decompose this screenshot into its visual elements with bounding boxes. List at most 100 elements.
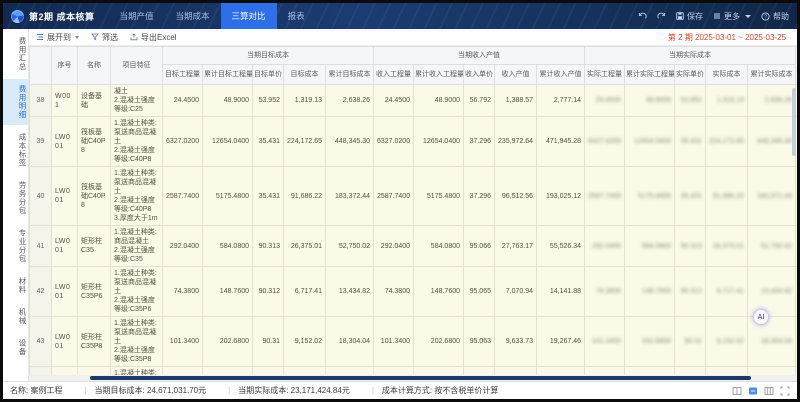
actual-value-cell[interactable]: 224,172.65 — [706, 117, 748, 167]
save-button[interactable]: 保存 — [676, 11, 703, 22]
tab-三算对比[interactable]: 三算对比 — [221, 3, 277, 29]
target-value-cell[interactable]: 18,304.04 — [326, 317, 374, 367]
actual-value-cell[interactable]: 148.7600 — [625, 267, 675, 317]
actual-value-cell[interactable]: 53.952 — [675, 85, 706, 117]
target-value-cell[interactable]: 48.9000 — [203, 85, 253, 117]
actual-value-cell[interactable]: 6,717.41 — [706, 267, 748, 317]
income-value-cell[interactable]: 584.0800 — [414, 226, 464, 267]
undo-button[interactable] — [638, 12, 647, 21]
income-value-cell[interactable]: 2587.7400 — [374, 167, 414, 226]
target-value-cell[interactable]: 2587.7400 — [163, 167, 203, 226]
target-value-cell[interactable]: 13,434.82 — [326, 267, 374, 317]
feature-cell[interactable]: 1.混凝土种类:泵送商品混凝土 2.混凝土强度等级:C35P6 — [111, 267, 163, 317]
sidebar-item-材料[interactable]: 材料 — [3, 271, 28, 300]
serial-code-cell[interactable]: LW001 — [52, 367, 78, 376]
tab-当期产值[interactable]: 当期产值 — [109, 3, 165, 29]
income-value-cell[interactable]: 96,512.56 — [495, 167, 537, 226]
target-value-cell[interactable]: 183,372.44 — [326, 167, 374, 226]
income-value-cell[interactable]: 6327.0200 — [374, 117, 414, 167]
income-value-cell[interactable]: 24.4500 — [374, 85, 414, 117]
actual-value-cell[interactable]: 35.431 — [675, 167, 706, 226]
column-view-icon[interactable] — [764, 386, 774, 396]
serial-code-cell[interactable]: LW001 — [52, 226, 78, 267]
income-value-cell[interactable]: 27,763.17 — [495, 226, 537, 267]
income-value-cell[interactable]: 193,025.12 — [537, 167, 585, 226]
actual-value-cell[interactable]: 13,434.82 — [748, 267, 796, 317]
target-value-cell[interactable]: 90.313 — [253, 226, 284, 267]
target-value-cell[interactable]: 370.8900 — [163, 367, 203, 376]
income-value-cell[interactable]: 70,513.82 — [537, 367, 585, 376]
actual-value-cell[interactable]: 18,304.04 — [748, 317, 796, 367]
actual-value-cell[interactable]: 66,987.92 — [748, 367, 796, 376]
income-value-cell[interactable]: 95.06 — [464, 367, 495, 376]
income-value-cell[interactable]: 56.792 — [464, 85, 495, 117]
vertical-scrollbar-thumb[interactable] — [792, 88, 796, 156]
row-number-cell[interactable]: 41 — [30, 226, 52, 267]
sidebar-item-设备[interactable]: 设备 — [3, 333, 28, 362]
target-value-cell[interactable]: 448,345.30 — [326, 117, 374, 167]
actual-value-cell[interactable]: 6327.0200 — [585, 117, 625, 167]
serial-code-cell[interactable]: W001 — [52, 85, 78, 117]
target-value-cell[interactable]: 66,987.92 — [326, 367, 374, 376]
filter-button[interactable]: 筛选 — [91, 32, 118, 43]
income-value-cell[interactable]: 35,256.91 — [495, 367, 537, 376]
row-number-cell[interactable]: 39 — [30, 117, 52, 167]
name-cell[interactable]: 矩形柱C35 — [78, 226, 111, 267]
actual-value-cell[interactable]: 1,319.13 — [706, 85, 748, 117]
name-cell[interactable]: 设备基础 — [78, 85, 111, 117]
serial-code-cell[interactable]: LW001 — [52, 267, 78, 317]
target-value-cell[interactable]: 26,375.01 — [284, 226, 326, 267]
target-value-cell[interactable]: 90.312 — [253, 267, 284, 317]
actual-value-cell[interactable]: 183,372.44 — [748, 167, 796, 226]
actual-value-cell[interactable]: 5175.4800 — [625, 167, 675, 226]
income-value-cell[interactable]: 471,945.28 — [537, 117, 585, 167]
actual-value-cell[interactable]: 90.307 — [675, 367, 706, 376]
actual-value-cell[interactable]: 12654.0400 — [625, 117, 675, 167]
redo-button[interactable] — [657, 12, 666, 21]
income-value-cell[interactable]: 1,388.57 — [495, 85, 537, 117]
target-value-cell[interactable]: 35.431 — [253, 167, 284, 226]
income-value-cell[interactable]: 37.296 — [464, 167, 495, 226]
actual-value-cell[interactable]: 24.4500 — [585, 85, 625, 117]
actual-value-cell[interactable]: 448,345.30 — [748, 117, 796, 167]
sidebar-item-劳务分包[interactable]: 劳务分包 — [3, 175, 28, 221]
target-value-cell[interactable]: 6,717.41 — [284, 267, 326, 317]
tab-报表[interactable]: 报表 — [277, 3, 316, 29]
income-value-cell[interactable]: 14,141.88 — [537, 267, 585, 317]
income-value-cell[interactable]: 2,777.14 — [537, 85, 585, 117]
sidebar-item-成本标签[interactable]: 成本标签 — [3, 127, 28, 173]
target-value-cell[interactable]: 91,686.22 — [284, 167, 326, 226]
income-value-cell[interactable]: 95.063 — [464, 317, 495, 367]
tab-当期成本[interactable]: 当期成本 — [165, 3, 221, 29]
target-value-cell[interactable]: 224,172.65 — [284, 117, 326, 167]
feature-cell[interactable]: 1.混凝土种类:商品混凝土 2.混凝土强度等级:C35 — [111, 226, 163, 267]
target-value-cell[interactable]: 202.6800 — [203, 317, 253, 367]
actual-value-cell[interactable]: 2,638.26 — [748, 85, 796, 117]
card-view-icon[interactable] — [748, 386, 758, 396]
expand-to-button[interactable]: 展开到 — [36, 32, 79, 43]
income-value-cell[interactable]: 55,526.34 — [537, 226, 585, 267]
income-value-cell[interactable]: 48.9000 — [414, 85, 464, 117]
horizontal-scrollbar[interactable] — [29, 375, 797, 381]
income-value-cell[interactable]: 95.066 — [464, 226, 495, 267]
target-value-cell[interactable]: 101.3400 — [163, 317, 203, 367]
income-value-cell[interactable]: 37.296 — [464, 117, 495, 167]
name-cell[interactable]: 矩形柱C35P8 — [78, 317, 111, 367]
serial-code-cell[interactable]: LW001 — [52, 117, 78, 167]
feature-cell[interactable]: 1.混凝土种类:泵送商品混凝土 2.混凝土强度等级:C35P8 — [111, 317, 163, 367]
income-value-cell[interactable]: 19,267.46 — [537, 317, 585, 367]
export-excel-button[interactable]: 导出Excel — [130, 32, 177, 43]
actual-value-cell[interactable]: 90.31 — [675, 317, 706, 367]
sidebar-item-专业分包[interactable]: 专业分包 — [3, 223, 28, 269]
name-cell[interactable]: 筏板基础C40P8 — [78, 167, 111, 226]
feature-cell[interactable]: 凝土 2.混凝土强度等级:C25 — [111, 85, 163, 117]
actual-value-cell[interactable]: 33,493.96 — [706, 367, 748, 376]
row-number-cell[interactable]: 43 — [30, 317, 52, 367]
sidebar-item-费用汇总[interactable]: 费用汇总 — [3, 31, 28, 77]
actual-value-cell[interactable]: 90.313 — [675, 226, 706, 267]
actual-value-cell[interactable]: 202.6800 — [625, 317, 675, 367]
actual-value-cell[interactable]: 48.9000 — [625, 85, 675, 117]
target-value-cell[interactable]: 584.0800 — [203, 226, 253, 267]
name-cell[interactable]: 矩形柱C60 — [78, 367, 111, 376]
name-cell[interactable]: 矩形柱C35P6 — [78, 267, 111, 317]
